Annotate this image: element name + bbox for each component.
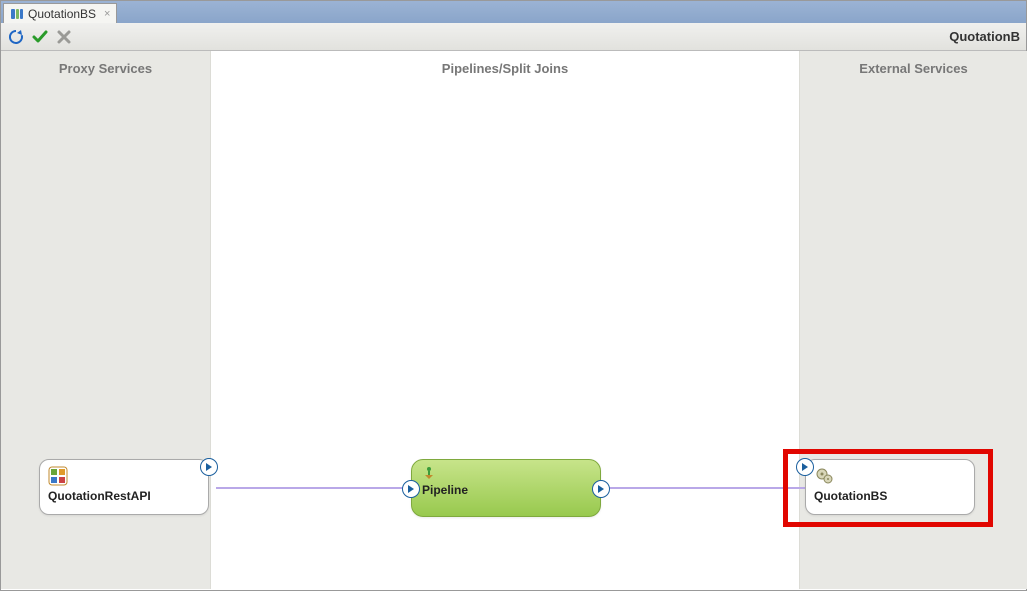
wire-pipeline-to-business: [601, 487, 806, 489]
wire-proxy-to-pipeline: [216, 487, 411, 489]
lane-header-external: External Services: [800, 51, 1027, 76]
business-service-node[interactable]: QuotationBS: [805, 459, 975, 515]
lane-header-proxy: Proxy Services: [1, 51, 210, 76]
pipeline-icon: [422, 466, 588, 483]
pipeline-node[interactable]: Pipeline: [411, 459, 601, 517]
canvas[interactable]: Proxy Services Pipelines/Split Joins Ext…: [1, 51, 1026, 589]
proxy-label: QuotationRestAPI: [48, 489, 200, 503]
port-out[interactable]: [200, 458, 218, 476]
refresh-button[interactable]: [7, 28, 25, 46]
toolbar: QuotationB: [1, 23, 1026, 51]
close-icon[interactable]: ×: [104, 8, 110, 20]
port-in[interactable]: [402, 480, 420, 498]
lane-header-pipeline: Pipelines/Split Joins: [211, 51, 799, 76]
tab-bar: QuotationBS ×: [1, 1, 1026, 23]
delete-button[interactable]: [55, 28, 73, 46]
tab-label: QuotationBS: [28, 7, 96, 21]
validate-button[interactable]: [31, 28, 49, 46]
proxy-service-node[interactable]: QuotationRestAPI: [39, 459, 209, 515]
port-out[interactable]: [592, 480, 610, 498]
proxy-icon: [48, 466, 68, 489]
gear-icon: [814, 466, 834, 489]
service-bus-icon: [10, 7, 24, 21]
editor-tab[interactable]: QuotationBS ×: [3, 3, 117, 23]
editor-title: QuotationB: [949, 29, 1020, 44]
business-label: QuotationBS: [814, 489, 966, 503]
pipeline-label: Pipeline: [422, 483, 468, 497]
port-in[interactable]: [796, 458, 814, 476]
